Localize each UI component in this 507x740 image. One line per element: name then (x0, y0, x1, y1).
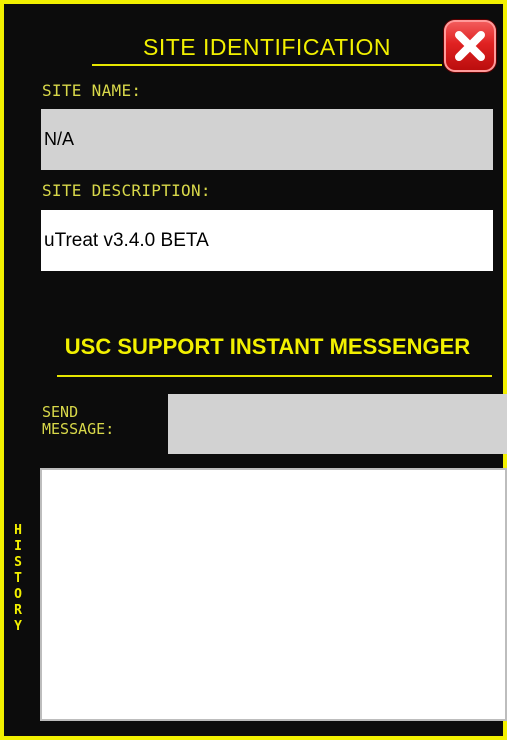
site-identification-dialog: SITE IDENTIFICATION SITE NAME: N/A SITE … (0, 0, 507, 740)
close-x-icon (455, 31, 485, 61)
dialog-title-bar: SITE IDENTIFICATION (92, 30, 442, 66)
site-description-field[interactable]: uTreat v3.4.0 BETA (41, 210, 493, 271)
site-description-value: uTreat v3.4.0 BETA (44, 229, 209, 251)
messenger-divider (57, 375, 492, 377)
send-message-label-line1: SEND (42, 403, 79, 421)
site-name-value: N/A (44, 129, 75, 149)
dialog-title: SITE IDENTIFICATION (142, 34, 392, 60)
site-description-label: SITE DESCRIPTION: (42, 181, 211, 200)
send-message-input[interactable] (168, 394, 507, 454)
messenger-title: USC SUPPORT INSTANT MESSENGER (64, 334, 471, 359)
send-message-label-line2: MESSAGE: (42, 420, 115, 438)
send-message-label: SEND MESSAGE: (42, 404, 152, 438)
history-label: HISTORY (14, 523, 22, 634)
site-name-field[interactable]: N/A (41, 109, 493, 170)
close-button[interactable] (444, 20, 496, 72)
message-history-box[interactable] (40, 468, 507, 721)
site-name-label: SITE NAME: (42, 81, 142, 100)
